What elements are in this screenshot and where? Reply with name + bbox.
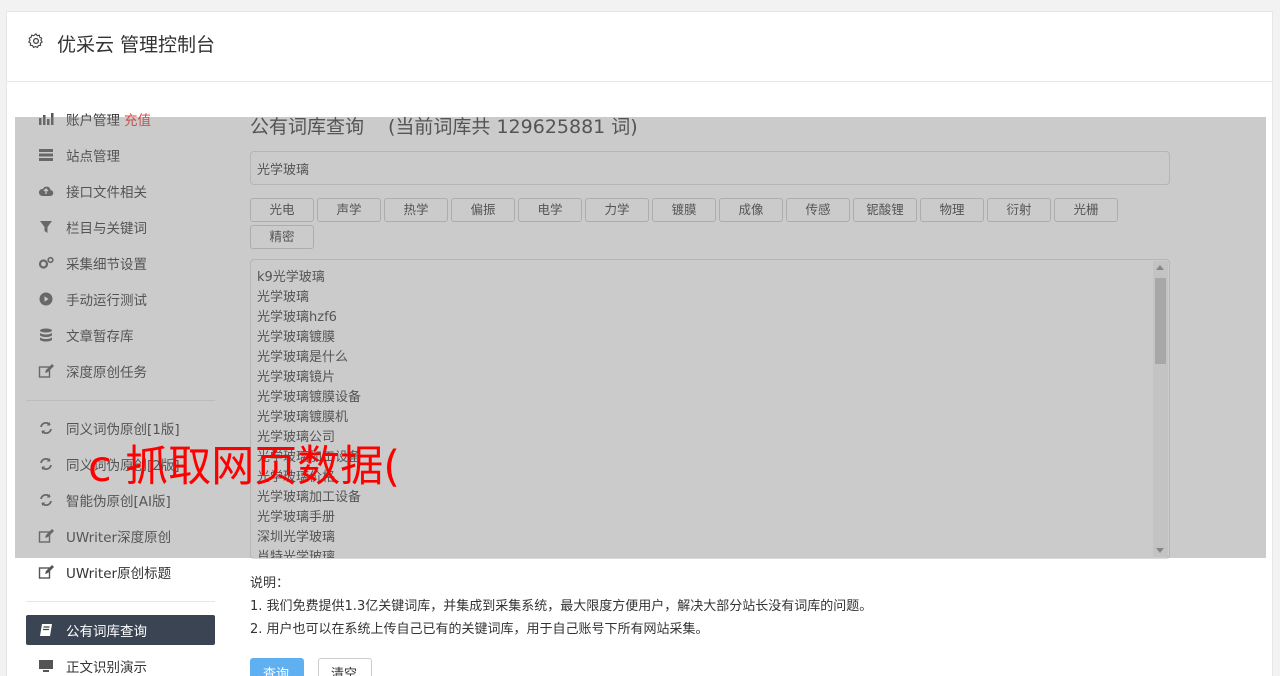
- watermark-text: c 抓取网页数据(: [88, 442, 401, 492]
- top-bar: 优采云 管理控制台: [7, 12, 1272, 82]
- monitor-icon: [39, 660, 53, 672]
- sidebar-item-label: UWriter原创标题: [66, 566, 172, 582]
- sidebar-divider: [26, 601, 215, 602]
- sidebar-item-public-lexicon[interactable]: 公有词库查询: [26, 615, 215, 645]
- notes-line: 2. 用户也可以在系统上传自己已有的关键词库，用于自己账号下所有网站采集。: [250, 622, 709, 637]
- gear-icon: [28, 33, 43, 49]
- notes-line: 1. 我们免费提供1.3亿关键词库，并集成到采集系统，最大限度方便用户，解决大部…: [250, 599, 873, 614]
- page-title: 优采云 管理控制台: [57, 34, 216, 56]
- clear-button[interactable]: 清空: [318, 658, 372, 676]
- query-button[interactable]: 查询: [250, 658, 304, 676]
- sidebar-item-uwriter-title[interactable]: UWriter原创标题: [26, 557, 215, 587]
- sidebar-item-label: 正文识别演示: [66, 660, 147, 676]
- sidebar-item-text-recognition[interactable]: 正文识别演示: [26, 651, 215, 676]
- sidebar-item-label: 公有词库查询: [66, 624, 147, 640]
- edit-icon: [38, 565, 54, 579]
- notes-heading: 说明：: [250, 576, 290, 591]
- book-icon: [40, 624, 52, 636]
